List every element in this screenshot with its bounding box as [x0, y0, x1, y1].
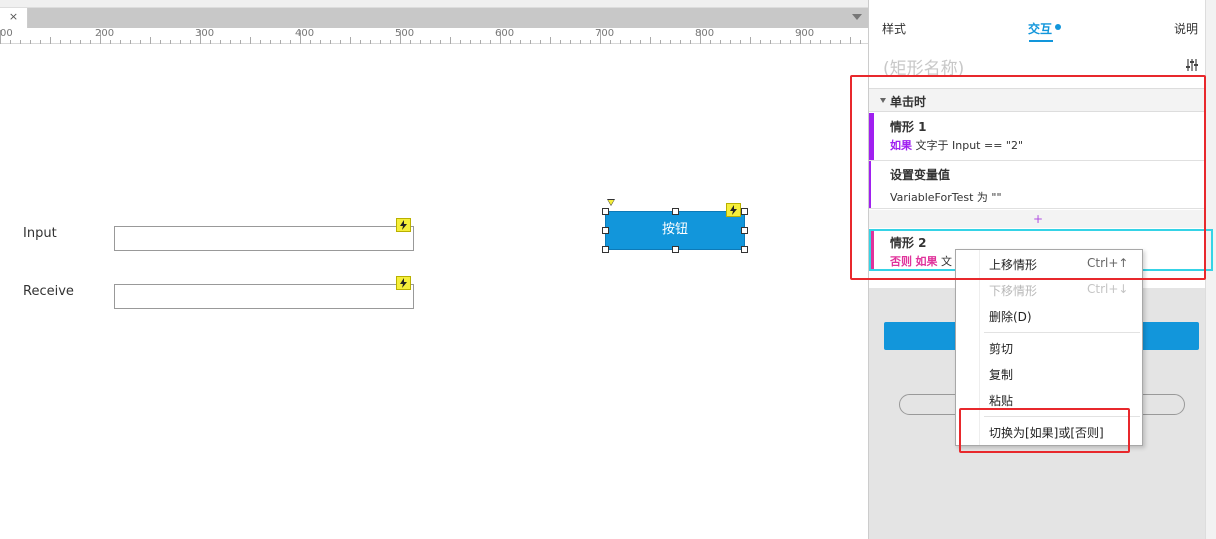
- resize-handle[interactable]: [741, 227, 748, 234]
- app-window: × 00 200 300 400 500 600 700 800 900 Inp…: [0, 0, 1216, 539]
- ruler-label: 300: [195, 28, 215, 39]
- resize-handle[interactable]: [672, 208, 679, 215]
- unsaved-dot-icon: [1055, 24, 1061, 30]
- menu-item-paste[interactable]: 粘贴: [989, 392, 1013, 409]
- input-textbox[interactable]: [114, 226, 414, 251]
- tab-bar: [28, 8, 868, 28]
- ruler-label: 800: [695, 28, 715, 39]
- annotation-box-toggle: [959, 408, 1130, 453]
- top-strip: [0, 0, 868, 8]
- ruler-label: 500: [395, 28, 415, 39]
- menu-item-move-down[interactable]: 下移情形: [989, 282, 1037, 299]
- resize-handle[interactable]: [672, 246, 679, 253]
- active-tab-indicator: [1029, 40, 1053, 42]
- shortcut-move-down: Ctrl+↓: [1087, 282, 1129, 296]
- tab-close-button[interactable]: ×: [0, 8, 28, 28]
- menu-separator: [984, 332, 1140, 333]
- ruler-label: 00: [0, 28, 13, 39]
- resize-handle[interactable]: [602, 227, 609, 234]
- lightning-icon[interactable]: [396, 276, 411, 290]
- ruler-label: 700: [595, 28, 615, 39]
- input-label[interactable]: Input: [23, 226, 57, 241]
- ruler-label: 600: [495, 28, 515, 39]
- receive-label[interactable]: Receive: [23, 284, 74, 299]
- tab-notes[interactable]: 说明: [1174, 20, 1198, 37]
- resize-handle[interactable]: [602, 246, 609, 253]
- receive-textbox[interactable]: [114, 284, 414, 309]
- ruler-label: 200: [95, 28, 115, 39]
- tab-style[interactable]: 样式: [882, 20, 906, 37]
- lightning-icon[interactable]: [726, 203, 741, 217]
- menu-item-cut[interactable]: 剪切: [989, 340, 1013, 357]
- resize-handle[interactable]: [602, 208, 609, 215]
- menu-item-delete[interactable]: 删除(D): [989, 308, 1032, 325]
- selected-button-widget[interactable]: 按钮: [605, 211, 745, 250]
- annotation-box-cases: [850, 75, 1206, 280]
- ruler-label: 900: [795, 28, 815, 39]
- ruler-label: 400: [295, 28, 315, 39]
- ruler-ticks: [0, 30, 861, 44]
- horizontal-ruler: 00 200 300 400 500 600 700 800 900: [0, 28, 868, 44]
- sliders-icon[interactable]: [1185, 58, 1199, 72]
- menu-item-copy[interactable]: 复制: [989, 366, 1013, 383]
- widget-marker-icon: [607, 199, 615, 206]
- lightning-icon[interactable]: [396, 218, 411, 232]
- resize-handle[interactable]: [741, 246, 748, 253]
- tab-interaction[interactable]: 交互: [1028, 20, 1052, 37]
- close-icon[interactable]: ×: [9, 10, 18, 23]
- resize-handle[interactable]: [741, 208, 748, 215]
- tab-dropdown-icon[interactable]: [852, 14, 862, 20]
